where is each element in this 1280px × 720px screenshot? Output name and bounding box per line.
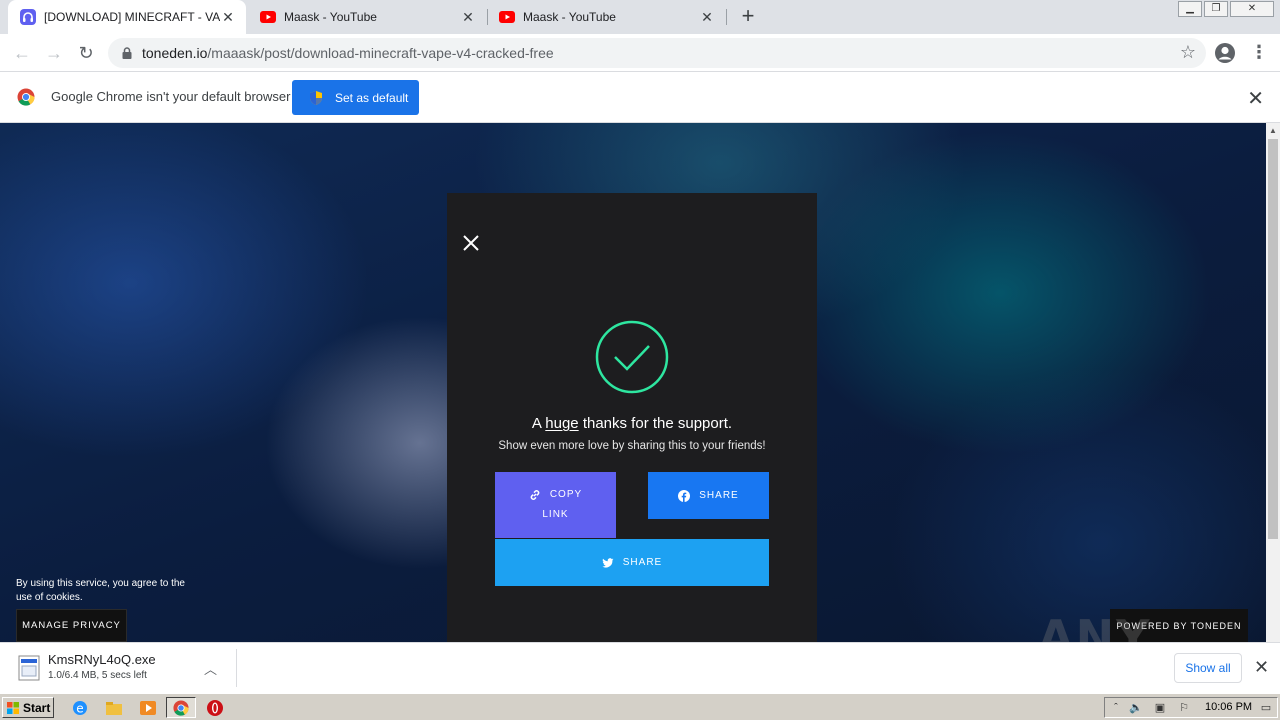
opera-icon[interactable] [205, 698, 225, 718]
download-bar-close-icon[interactable]: ✕ [1254, 657, 1269, 678]
tab-strip: [DOWNLOAD] MINECRAFT - VAPE V4 ✕ Maask -… [0, 0, 1280, 34]
new-tab-button[interactable]: + [736, 5, 760, 29]
facebook-share-button[interactable]: SHARE [648, 472, 769, 519]
toneden-icon [20, 9, 36, 25]
infobar-message: Google Chrome isn't your default browser [51, 89, 291, 104]
twitter-share-label: SHARE [622, 557, 663, 568]
tab-youtube-1[interactable]: Maask - YouTube ✕ [248, 0, 486, 34]
chevron-up-icon[interactable]: ︿ [204, 659, 217, 678]
tab-title: Maask - YouTube [523, 10, 616, 24]
media-player-icon[interactable] [138, 698, 158, 718]
show-all-downloads-button[interactable]: Show all [1174, 653, 1242, 683]
url-text: toneden.io/maaask/post/download-minecraf… [142, 45, 554, 61]
link-icon [530, 490, 540, 500]
thanks-prefix: A [531, 415, 546, 432]
tab-separator [726, 9, 727, 25]
restore-icon[interactable]: ❐ [1204, 1, 1228, 17]
start-button[interactable]: Start [2, 697, 54, 718]
download-filename[interactable]: KmsRNyL4oQ.exe [48, 652, 156, 667]
bookmark-star-icon[interactable]: ☆ [1180, 42, 1196, 63]
show-desktop-icon[interactable]: ▭ [1259, 701, 1273, 715]
exe-file-icon [18, 655, 40, 681]
twitter-share-button[interactable]: SHARE [495, 539, 769, 586]
kebab-menu-icon[interactable]: ⋮ [1250, 41, 1268, 65]
youtube-icon [499, 9, 515, 25]
scrollbar-thumb[interactable] [1268, 139, 1278, 539]
lock-icon [122, 47, 132, 59]
back-arrow-icon[interactable]: ← [8, 39, 36, 67]
download-separator [236, 649, 237, 687]
volume-icon[interactable]: 🔈 [1129, 701, 1143, 715]
download-status: 1.0/6.4 MB, 5 secs left [48, 670, 147, 681]
chrome-logo-icon [17, 88, 35, 106]
thanks-emphasis: huge [545, 415, 579, 432]
set-as-default-label: Set as default [335, 90, 409, 105]
download-bar: KmsRNyL4oQ.exe 1.0/6.4 MB, 5 secs left ︿… [0, 642, 1280, 693]
default-browser-infobar: Google Chrome isn't your default browser… [0, 72, 1280, 123]
copy-label-line2: LINK [542, 509, 569, 520]
copy-link-row: COPY [529, 485, 582, 505]
facebook-icon [678, 489, 691, 502]
tray-clock[interactable]: 10:06 PM [1205, 701, 1252, 713]
network-icon[interactable]: ▣ [1153, 701, 1167, 715]
copy-label-line1: COPY [549, 489, 583, 500]
minimize-icon[interactable]: ▁ [1178, 1, 1202, 17]
windows-taskbar: Start e ˆ 🔈 ▣ ⚐ 10:06 PM ▭ [0, 693, 1280, 720]
uac-shield-icon [310, 90, 322, 105]
internet-explorer-icon[interactable]: e [70, 698, 90, 718]
page-content: A huge thanks for the support. Show even… [0, 123, 1266, 642]
url-host: toneden.io [142, 45, 208, 61]
file-explorer-icon[interactable] [104, 698, 124, 718]
youtube-icon [260, 9, 276, 25]
tab-toneden[interactable]: [DOWNLOAD] MINECRAFT - VAPE V4 ✕ [8, 0, 246, 34]
copy-link-button[interactable]: COPY LINK [495, 472, 616, 538]
svg-text:e: e [76, 702, 83, 716]
thanks-suffix: thanks for the support. [578, 415, 733, 432]
thanks-modal: A huge thanks for the support. Show even… [447, 193, 817, 642]
twitter-bird-icon [602, 557, 614, 568]
thanks-subtitle: Show even more love by sharing this to y… [498, 440, 766, 452]
tab-title: [DOWNLOAD] MINECRAFT - VAPE V4 [44, 10, 220, 24]
reload-icon[interactable]: ↻ [72, 39, 100, 67]
chrome-taskbar-icon [173, 700, 189, 716]
tab-close-icon[interactable]: ✕ [699, 9, 715, 25]
page-scrollbar[interactable]: ▲ [1266, 123, 1280, 642]
window-controls: ▁ ❐ ✕ [1176, 1, 1274, 17]
windows-flag-icon [7, 701, 19, 714]
tab-close-icon[interactable]: ✕ [460, 9, 476, 25]
tab-title: Maask - YouTube [284, 10, 377, 24]
profile-avatar-icon[interactable] [1214, 42, 1236, 64]
start-label: Start [23, 700, 51, 715]
facebook-share-label: SHARE [699, 490, 739, 501]
window-close-icon[interactable]: ✕ [1230, 1, 1274, 17]
chrome-taskbar-button[interactable] [166, 697, 196, 718]
scroll-up-arrow-icon[interactable]: ▲ [1269, 126, 1277, 135]
modal-close-icon[interactable] [461, 233, 481, 253]
cookie-notice: By using this service, you agree to the … [16, 578, 185, 603]
system-tray: ˆ 🔈 ▣ ⚐ 10:06 PM ▭ [1104, 697, 1278, 718]
tab-close-icon[interactable]: ✕ [220, 9, 236, 25]
tray-expand-icon[interactable]: ˆ [1109, 701, 1123, 715]
success-check-icon [595, 320, 669, 394]
thanks-heading: A huge thanks for the support. [447, 415, 817, 432]
browser-toolbar: ← → ↻ toneden.io/maaask/post/download-mi… [0, 34, 1280, 72]
set-as-default-button[interactable]: Set as default [292, 80, 419, 115]
tab-youtube-2[interactable]: Maask - YouTube ✕ [487, 0, 725, 34]
action-center-flag-icon[interactable]: ⚐ [1177, 701, 1191, 715]
url-path: /maaask/post/download-minecraft-vape-v4-… [207, 45, 554, 61]
forward-arrow-icon[interactable]: → [40, 39, 68, 67]
manage-privacy-button[interactable]: MANAGE PRIVACY [16, 609, 127, 642]
address-bar[interactable]: toneden.io/maaask/post/download-minecraf… [108, 38, 1206, 68]
infobar-close-icon[interactable]: ✕ [1247, 86, 1264, 111]
